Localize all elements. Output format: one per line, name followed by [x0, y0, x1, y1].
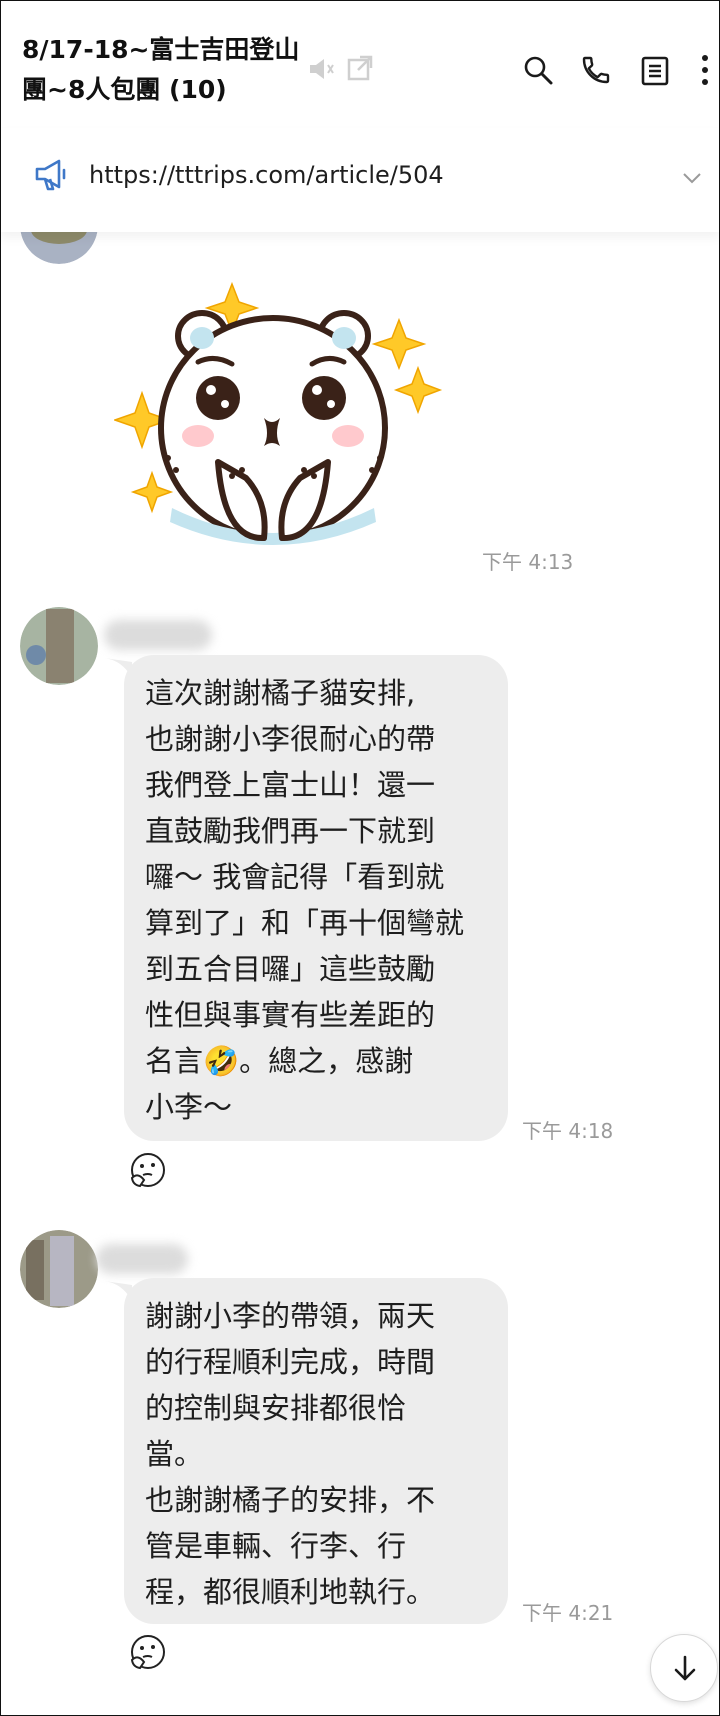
scroll-to-bottom-button[interactable] [650, 1634, 718, 1702]
search-icon[interactable] [523, 55, 553, 85]
message-bubble[interactable]: 這次謝謝橘子貓安排, 也謝謝小李很耐心的帶 我們登上富士山！還一 直鼓勵我們再一… [124, 655, 508, 1141]
phone-icon[interactable] [580, 54, 612, 86]
mute-icon[interactable] [308, 56, 334, 82]
avatar[interactable] [20, 607, 98, 685]
sender-name-blurred [104, 620, 212, 650]
megaphone-icon [35, 159, 66, 191]
timestamp: 下午 4:13 [482, 550, 574, 574]
thinking-face-emoji[interactable] [128, 1150, 168, 1190]
bear-sticker[interactable] [114, 278, 444, 558]
message-bubble[interactable]: 謝謝小李的帶領，兩天 的行程順利完成，時間 的控制與安排都很恰 當。 也謝謝橘子… [124, 1278, 508, 1624]
arrow-down-icon [674, 1655, 696, 1681]
timestamp: 下午 4:21 [522, 1601, 614, 1625]
chevron-down-icon[interactable] [682, 172, 702, 184]
announcement-link[interactable]: https://tttrips.com/article/504 [89, 161, 444, 189]
open-external-icon[interactable] [346, 54, 374, 82]
more-icon[interactable] [701, 54, 709, 86]
notes-icon[interactable] [641, 56, 669, 86]
avatar[interactable] [20, 1230, 98, 1308]
chat-title[interactable]: 8/17-18~富士吉田登山團~8人包團 (10) [22, 30, 312, 110]
sender-name-blurred [96, 1244, 188, 1274]
thinking-face-emoji[interactable] [128, 1632, 168, 1672]
chat-header: 8/17-18~富士吉田登山團~8人包團 (10) [0, 0, 720, 128]
timestamp: 下午 4:18 [522, 1119, 614, 1143]
